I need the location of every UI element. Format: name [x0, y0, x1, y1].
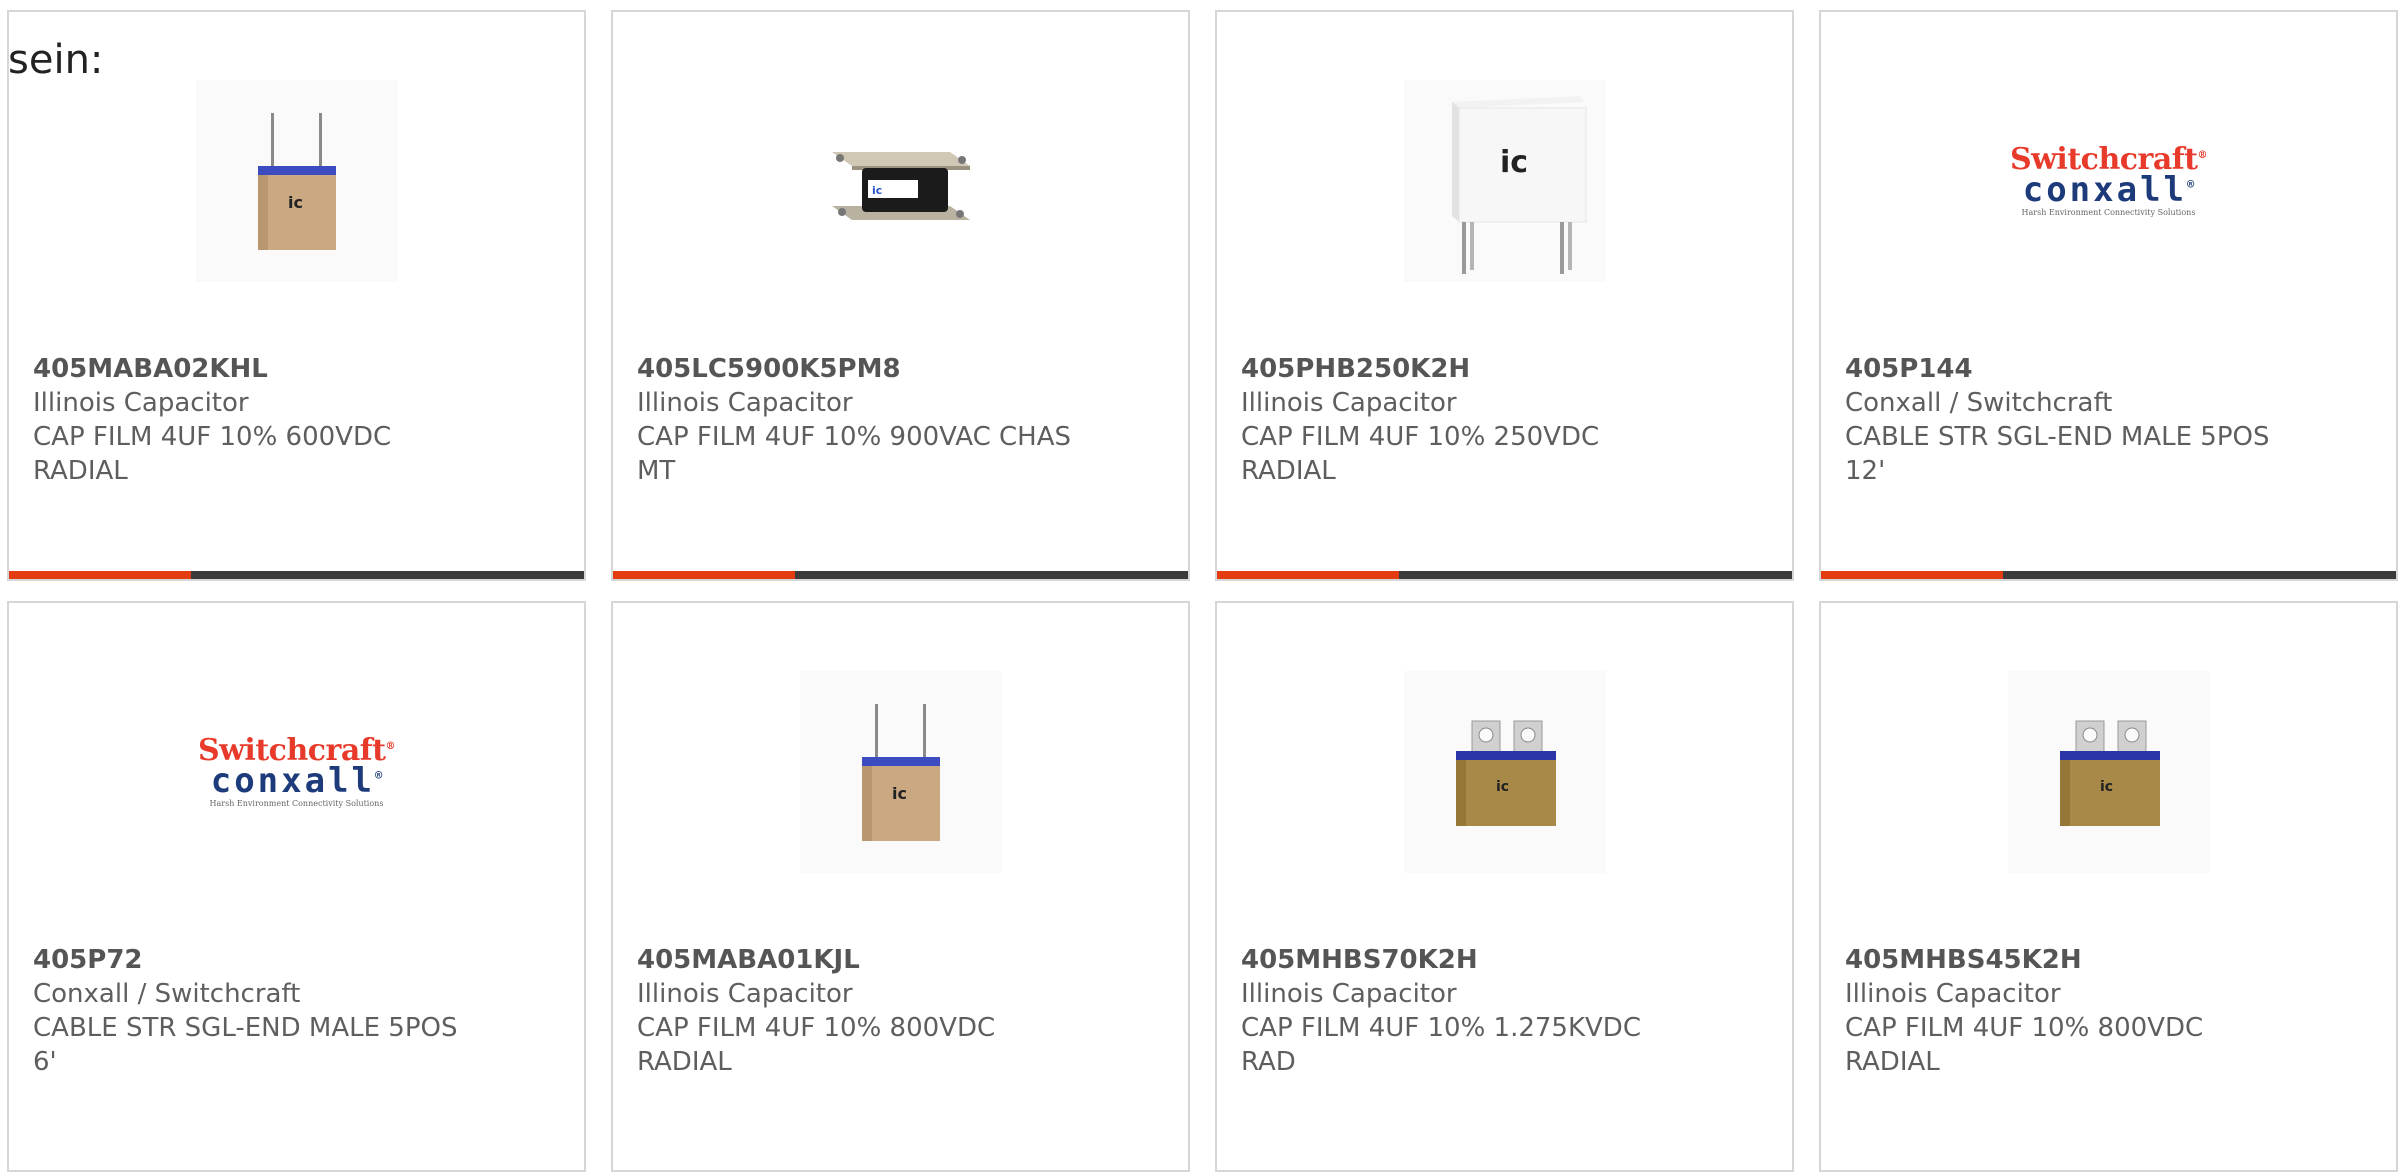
svg-text:ic: ic: [872, 184, 882, 197]
description-line: RADIAL: [1241, 456, 1336, 486]
product-card[interactable]: ic 405MHBS45K2H Illinois Capacitor CAP F…: [1819, 601, 2398, 1172]
description-line: CABLE STR SGL-END MALE 5POS: [33, 1013, 458, 1043]
logo-mark: ®: [385, 741, 396, 752]
manufacturer: Illinois Capacitor: [1845, 979, 2061, 1009]
card-bottom-bar: [1217, 571, 1792, 579]
manufacturer: Illinois Capacitor: [33, 388, 249, 418]
part-number[interactable]: 405MHBS45K2H: [1845, 943, 2285, 977]
description-line: CAP FILM 4UF 10% 800VDC: [637, 1013, 996, 1043]
part-number[interactable]: 405MABA01KJL: [637, 943, 1077, 977]
logo-mark: ®: [2197, 150, 2208, 161]
part-number[interactable]: 405PHB250K2H: [1241, 352, 1681, 386]
product-info: 405LC5900K5PM8 Illinois Capacitor CAP FI…: [637, 352, 1077, 488]
brand-logo: Switchcraft® conxall® Harsh Environment …: [198, 736, 396, 808]
switchcraft-conxall-logo[interactable]: Switchcraft® conxall® Harsh Environment …: [2008, 80, 2210, 282]
description-line: MT: [637, 456, 676, 486]
brand-logo: Switchcraft® conxall® Harsh Environment …: [2010, 145, 2208, 217]
part-number[interactable]: 405LC5900K5PM8: [637, 352, 1077, 386]
logo-line2: conxall: [2022, 170, 2188, 210]
logo-tagline: Harsh Environment Connectivity Solutions: [2021, 208, 2196, 217]
product-info: 405MHBS70K2H Illinois Capacitor CAP FILM…: [1241, 943, 1681, 1079]
manufacturer: Illinois Capacitor: [1241, 979, 1457, 1009]
switchcraft-conxall-logo[interactable]: Switchcraft® conxall® Harsh Environment …: [196, 671, 398, 873]
svg-text:ic: ic: [1496, 779, 1509, 795]
card-accent: [9, 571, 191, 579]
part-number[interactable]: 405P72: [33, 943, 473, 977]
description-line: CAP FILM 4UF 10% 600VDC: [33, 422, 392, 452]
svg-text:ic: ic: [892, 784, 907, 803]
description-line: 12': [1845, 456, 1886, 486]
product-card[interactable]: ic 405MABA02KHL Illinois Capacitor CAP F…: [7, 10, 586, 581]
radial-capacitor-image[interactable]: ic: [799, 671, 1002, 873]
product-info: 405PHB250K2H Illinois Capacitor CAP FILM…: [1241, 352, 1681, 488]
description-line: CAP FILM 4UF 10% 800VDC: [1845, 1013, 2204, 1043]
product-grid: ic 405MABA02KHL Illinois Capacitor CAP F…: [0, 0, 2400, 1172]
card-accent: [613, 571, 795, 579]
part-number[interactable]: 405MABA02KHL: [33, 352, 473, 386]
intro-text: sein:: [8, 37, 104, 83]
manufacturer: Conxall / Switchcraft: [33, 979, 301, 1009]
description-line: RADIAL: [637, 1047, 732, 1077]
svg-text:ic: ic: [288, 193, 303, 212]
product-card[interactable]: ic 405PHB250K2H Illinois Capacitor CAP F…: [1215, 10, 1794, 581]
logo-tagline: Harsh Environment Connectivity Solutions: [209, 799, 384, 808]
description-line: RADIAL: [1845, 1047, 1940, 1077]
card-bottom-bar: [1821, 571, 2396, 579]
description-line: CABLE STR SGL-END MALE 5POS: [1845, 422, 2270, 452]
product-card[interactable]: Switchcraft® conxall® Harsh Environment …: [1819, 10, 2398, 581]
product-info: 405P72 Conxall / Switchcraft CABLE STR S…: [33, 943, 473, 1079]
box-capacitor-image[interactable]: ic: [1403, 80, 1606, 282]
logo-line2: conxall: [210, 761, 376, 801]
product-card[interactable]: ic 405LC5900K5PM8 Illinois Capacitor CAP…: [611, 10, 1190, 581]
product-card[interactable]: ic 405MHBS70K2H Illinois Capacitor CAP F…: [1215, 601, 1794, 1172]
manufacturer: Illinois Capacitor: [637, 388, 853, 418]
product-info: 405MABA01KJL Illinois Capacitor CAP FILM…: [637, 943, 1077, 1079]
radial-capacitor-image[interactable]: ic: [195, 80, 398, 282]
product-info: 405MHBS45K2H Illinois Capacitor CAP FILM…: [1845, 943, 2285, 1079]
description-line: RADIAL: [33, 456, 128, 486]
card-bottom-bar: [9, 571, 584, 579]
svg-text:ic: ic: [2100, 779, 2113, 795]
tab-terminal-capacitor-image[interactable]: ic: [2007, 671, 2210, 873]
product-card[interactable]: ic 405MABA01KJL Illinois Capacitor CAP F…: [611, 601, 1190, 1172]
logo-mark: ®: [375, 768, 383, 783]
manufacturer: Illinois Capacitor: [1241, 388, 1457, 418]
manufacturer: Illinois Capacitor: [637, 979, 853, 1009]
tab-terminal-capacitor-image[interactable]: ic: [1403, 671, 1606, 873]
card-bottom-bar: [613, 571, 1188, 579]
chassis-mount-capacitor-image[interactable]: ic: [800, 80, 1002, 282]
description-line: RAD: [1241, 1047, 1296, 1077]
part-number[interactable]: 405MHBS70K2H: [1241, 943, 1681, 977]
description-line: CAP FILM 4UF 10% 900VAC CHAS: [637, 422, 1072, 452]
product-card[interactable]: Switchcraft® conxall® Harsh Environment …: [7, 601, 586, 1172]
product-info: 405P144 Conxall / Switchcraft CABLE STR …: [1845, 352, 2285, 488]
description-line: CAP FILM 4UF 10% 1.275KVDC: [1241, 1013, 1641, 1043]
logo-mark: ®: [2187, 177, 2195, 192]
part-number[interactable]: 405P144: [1845, 352, 2285, 386]
manufacturer: Conxall / Switchcraft: [1845, 388, 2113, 418]
description-line: 6': [33, 1047, 57, 1077]
card-accent: [1821, 571, 2003, 579]
description-line: CAP FILM 4UF 10% 250VDC: [1241, 422, 1600, 452]
card-accent: [1217, 571, 1399, 579]
product-info: 405MABA02KHL Illinois Capacitor CAP FILM…: [33, 352, 473, 488]
svg-text:ic: ic: [1500, 145, 1528, 180]
